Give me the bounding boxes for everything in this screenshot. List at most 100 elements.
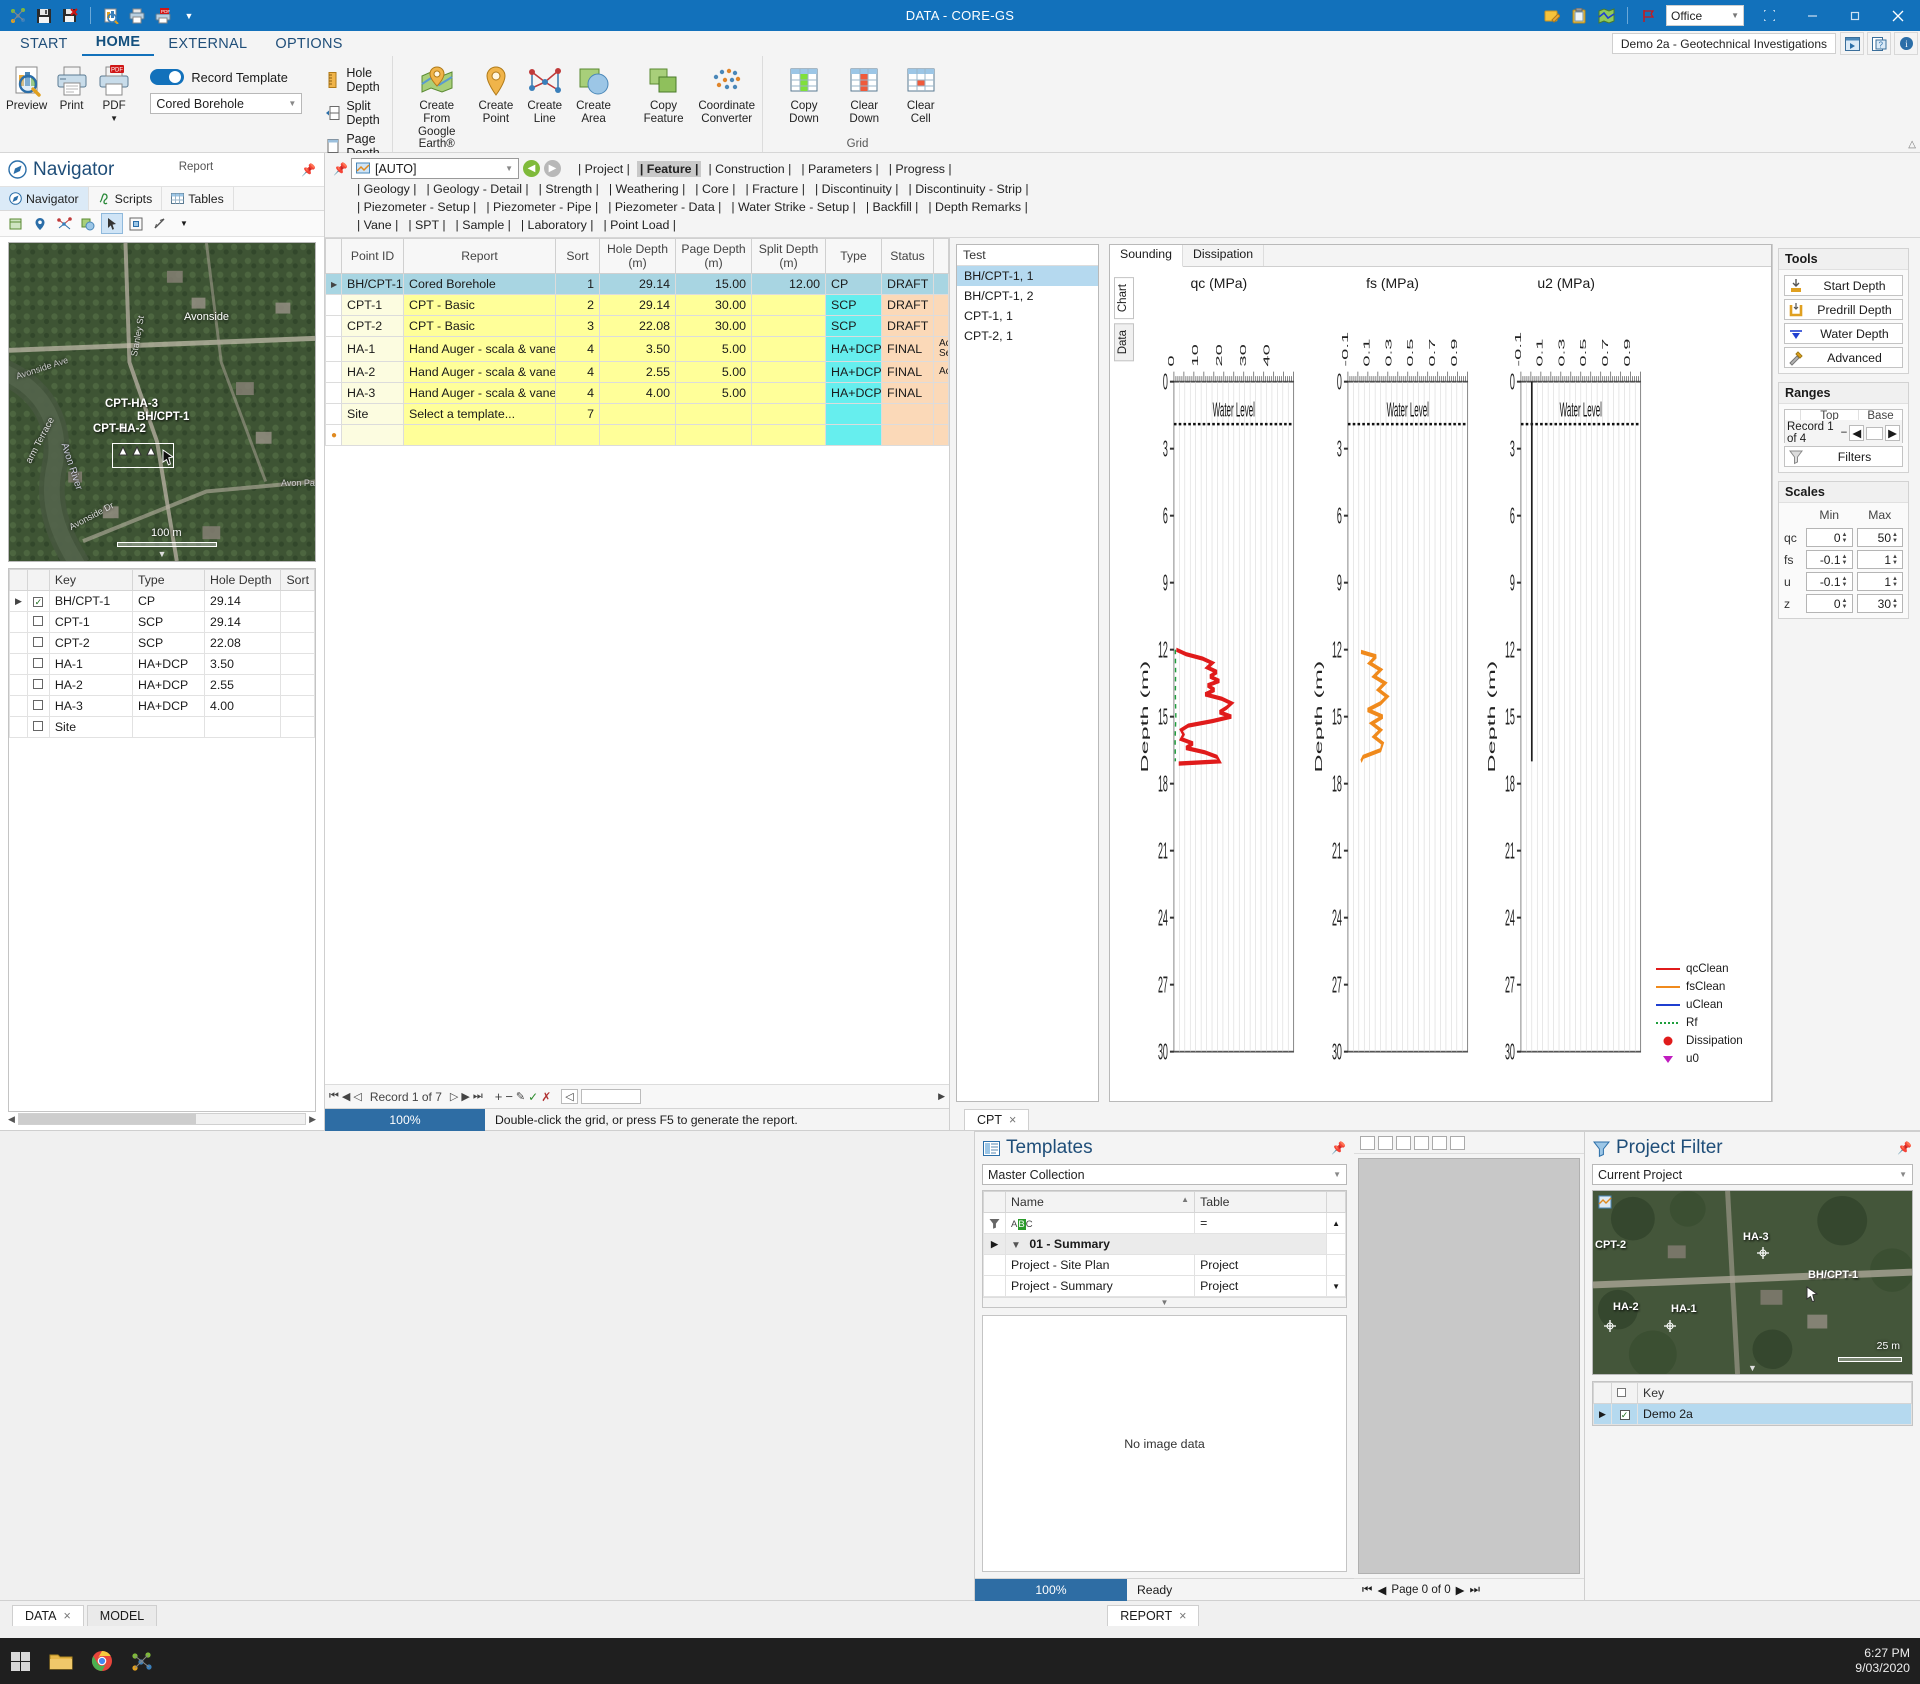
cell-hole-depth[interactable]: 29.14 (599, 273, 676, 296)
project-filter-map[interactable]: CPT-2 HA-3 BH/CPT-1 HA-2 HA-1 25 m ▼ (1592, 1190, 1913, 1375)
navigator-tab-strip[interactable]: Navigator Scripts Tables (0, 187, 324, 211)
cell-point-id[interactable]: CPT-2 (341, 315, 404, 338)
add-record-icon[interactable]: + (495, 1089, 503, 1104)
feature-tab-piezometer-data[interactable]: | Piezometer - Data | (605, 199, 724, 215)
list-item[interactable]: HA-2 HA+DCP 2.55 (9, 674, 315, 696)
list-item[interactable]: CPT-2 SCP 22.08 (9, 632, 315, 654)
minimize-icon[interactable] (1794, 0, 1830, 31)
cell-type[interactable]: CP (825, 273, 882, 296)
cell-page-depth[interactable] (675, 424, 752, 447)
feature-tab-weathering[interactable]: | Weathering | (606, 181, 688, 197)
scale-max-input[interactable]: 30 ▲ ▼ (1856, 594, 1903, 613)
cell-report[interactable]: Hand Auger - scala & vane bars (403, 382, 556, 405)
cell-page-depth[interactable]: 5.00 (675, 336, 752, 363)
chevron-down-icon[interactable]: ▼ (110, 114, 118, 124)
ranges-minus-icon[interactable]: − (1841, 427, 1848, 439)
cell-sort[interactable]: 4 (555, 382, 600, 405)
pdf-button[interactable]: PDF PDF ▼ (94, 61, 135, 127)
advanced-button[interactable]: Advanced (1784, 347, 1903, 368)
cell-point-id[interactable]: HA-3 (341, 382, 404, 405)
feature-tab-strength[interactable]: | Strength | (536, 181, 602, 197)
template-preview[interactable]: No image data (982, 1315, 1347, 1572)
side-tab-data[interactable]: Data (1114, 323, 1134, 362)
navigator-grid[interactable]: Key Type Hole Depth Sort ▶ ✓ BH/CPT-1 CP 29.… (8, 568, 316, 1112)
cell-page-depth[interactable]: 30.00 (675, 294, 752, 317)
chart-tab-strip[interactable]: Sounding Dissipation (1110, 245, 1771, 267)
main-grid-col-4[interactable]: Hole Depth (m) (599, 238, 676, 275)
copy-feature-button[interactable]: Copy Feature (634, 61, 694, 129)
cell-report[interactable]: Cored Borehole (403, 273, 556, 296)
main-grid-col-7[interactable]: Type (825, 238, 882, 275)
cell-hole-depth[interactable] (599, 403, 676, 426)
table-row[interactable]: ▶ ✓ Demo 2a (1593, 1403, 1912, 1425)
feature-tab-point-load[interactable]: | Point Load | (600, 217, 679, 233)
scale-max-input[interactable]: 1 ▲ ▼ (1856, 572, 1903, 591)
pf-col-key[interactable]: Key (1637, 1382, 1912, 1404)
chart-tab-dissipation[interactable]: Dissipation (1183, 245, 1265, 266)
cpt-doc-tab[interactable]: CPT × (964, 1109, 1030, 1130)
cell-type[interactable]: SCP (825, 315, 882, 338)
create-line-button[interactable]: Create Line (521, 61, 568, 129)
cell-page-depth[interactable]: 30.00 (675, 315, 752, 338)
feature-tab-vane[interactable]: | Vane | (354, 217, 401, 233)
cell-extra[interactable] (933, 273, 949, 296)
cell-sort[interactable]: 1 (555, 273, 600, 296)
feature-tab-progress[interactable]: | Progress | (886, 161, 955, 177)
ribbon-tab-start[interactable]: START (6, 34, 82, 56)
table-row[interactable]: Site Select a template... 7 (325, 403, 949, 426)
back-arrow-icon[interactable]: ◀ (523, 160, 540, 177)
cell-status[interactable]: DRAFT (881, 315, 934, 338)
scroll-down-icon[interactable]: ▼ (1326, 1275, 1346, 1297)
cell-sort[interactable]: 4 (555, 361, 600, 384)
cell-hole-depth[interactable]: 4.00 (599, 382, 676, 405)
feature-tab-piezometer-setup[interactable]: | Piezometer - Setup | (354, 199, 479, 215)
maximize-icon[interactable] (1837, 0, 1873, 31)
doc-tab-report[interactable]: REPORT × (1107, 1605, 1200, 1626)
edit-record-icon[interactable]: ✎ (516, 1090, 525, 1103)
map-collapse-icon[interactable]: ▼ (9, 549, 315, 559)
split-depth-button[interactable]: Split Depth (322, 98, 386, 128)
collection-combo[interactable]: Master Collection ▼ (982, 1164, 1347, 1185)
cell-point-id[interactable] (341, 424, 404, 447)
print-icon[interactable] (127, 6, 147, 26)
more-icon[interactable]: ▼ (173, 213, 195, 234)
ribbon-tab-home[interactable]: HOME (81, 32, 155, 56)
cell-page-depth[interactable]: 5.00 (675, 361, 752, 384)
cell-report[interactable]: Select a template... (403, 403, 556, 426)
list-item[interactable]: CPT-1 SCP 29.14 (9, 611, 315, 633)
save-icon[interactable] (34, 6, 54, 26)
pdf-icon[interactable]: PDF (153, 6, 173, 26)
copy-icon[interactable] (1432, 1135, 1447, 1150)
cell-status[interactable] (881, 424, 934, 447)
list-item[interactable]: HA-3 HA+DCP 4.00 (9, 695, 315, 717)
close-icon[interactable]: × (1179, 1609, 1186, 1623)
row-checkbox[interactable] (26, 611, 50, 633)
print-button[interactable]: Print (51, 61, 92, 116)
compare-icon[interactable] (1396, 1135, 1411, 1150)
cell-page-depth[interactable] (675, 403, 752, 426)
ranges-next-icon[interactable]: ▶ (1885, 425, 1900, 441)
hole-depth-button[interactable]: Hole Depth (322, 65, 386, 95)
scale-max-input[interactable]: 50 ▲ ▼ (1856, 528, 1903, 547)
close-icon[interactable] (1880, 0, 1916, 31)
cell-report[interactable]: Hand Auger - scala & vane bars (403, 336, 556, 363)
table-row[interactable]: HA-2Hand Auger - scala & vane bars42.555… (325, 361, 949, 384)
row-checkbox[interactable] (26, 632, 50, 654)
cell-type[interactable] (825, 403, 882, 426)
scroll-up-icon[interactable]: ▲ (1326, 1212, 1346, 1234)
cell-extra[interactable] (933, 315, 949, 338)
nav-tab-scripts[interactable]: Scripts (89, 187, 163, 210)
main-grid-col-2[interactable]: Report (403, 238, 556, 275)
close-icon[interactable]: × (1009, 1113, 1016, 1127)
cell-status[interactable]: DRAFT (881, 273, 934, 296)
cell-split-depth[interactable]: 12.00 (751, 273, 826, 296)
report-preview-surface[interactable] (1358, 1158, 1580, 1574)
new-doc-icon[interactable] (1360, 1135, 1375, 1150)
chevron-down-icon[interactable]: ▼ (179, 6, 199, 26)
pf-map-collapse-icon[interactable]: ▼ (1593, 1363, 1912, 1373)
feature-tab-backfill[interactable]: | Backfill | (863, 199, 922, 215)
cell-type[interactable]: HA+DCP (825, 382, 882, 405)
cell-page-depth[interactable]: 15.00 (675, 273, 752, 296)
feature-tab-project[interactable]: | Project | (575, 161, 633, 177)
cell-hole-depth[interactable]: 22.08 (599, 315, 676, 338)
